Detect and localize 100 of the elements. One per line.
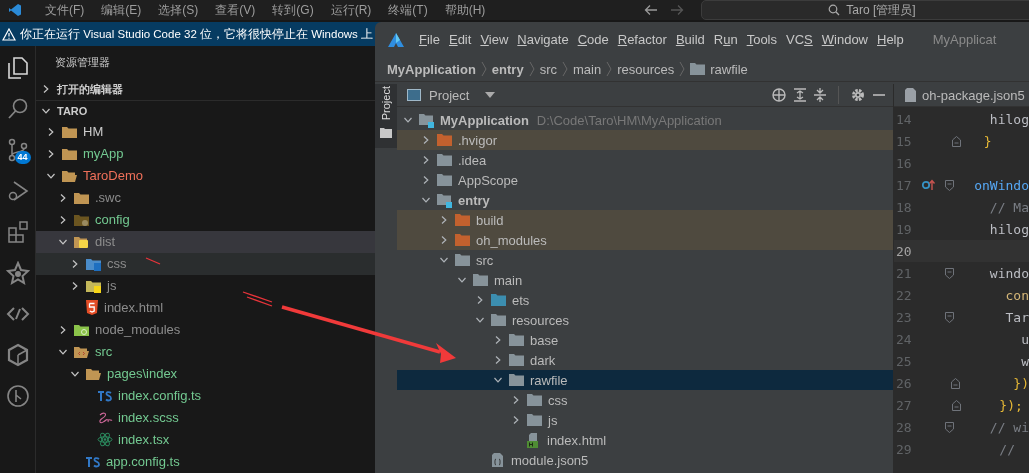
menu-item[interactable]: 转到(G) xyxy=(272,1,314,19)
fold-marker-icon[interactable] xyxy=(944,267,954,279)
file-tree-item[interactable]: index.html xyxy=(36,297,376,319)
breadcrumb-item[interactable]: MyApplication xyxy=(387,61,476,77)
project-tree-item[interactable]: build xyxy=(397,210,893,230)
breadcrumb-item[interactable]: src xyxy=(539,61,557,77)
chevron-right-icon[interactable] xyxy=(58,193,68,203)
file-tree-item[interactable]: index.tsx xyxy=(36,429,376,451)
view-selector[interactable]: Project xyxy=(429,87,470,103)
fold-marker-icon[interactable] xyxy=(952,135,961,147)
section-header[interactable]: 打开的编辑器 xyxy=(36,79,376,100)
file-tree-item[interactable]: TaroDemo xyxy=(36,165,376,187)
chevron-right-icon[interactable] xyxy=(439,215,449,225)
chevron-right-icon[interactable] xyxy=(475,295,485,305)
file-tree-item[interactable]: index.scss xyxy=(36,407,376,429)
file-tree-item[interactable]: config xyxy=(36,209,376,231)
chevron-right-icon[interactable] xyxy=(493,355,503,365)
back-arrow-icon[interactable] xyxy=(644,4,658,16)
file-tree-item[interactable]: HM xyxy=(36,121,376,143)
chevron-right-icon[interactable] xyxy=(439,235,449,245)
project-tree-item[interactable]: MyApplication D:\Code\Taro\HM\MyApplication xyxy=(397,110,893,130)
project-tree-item[interactable]: index.html xyxy=(397,430,893,450)
menu-item[interactable]: File xyxy=(419,32,440,47)
collapse-all-icon[interactable] xyxy=(814,88,826,102)
menu-item[interactable]: 终端(T) xyxy=(388,1,428,19)
menu-item[interactable]: 查看(V) xyxy=(215,1,256,19)
file-tree-item[interactable]: .swc xyxy=(36,187,376,209)
project-tree-item[interactable]: js xyxy=(397,410,893,430)
extensions-icon[interactable] xyxy=(5,220,30,244)
project-tree-item[interactable]: oh_modules xyxy=(397,230,893,250)
project-tree-item[interactable]: .idea xyxy=(397,150,893,170)
file-tree-item[interactable]: css xyxy=(36,253,376,275)
project-tree-item[interactable]: main xyxy=(397,270,893,290)
chevron-down-icon[interactable] xyxy=(58,347,68,357)
file-tree-item[interactable]: dist xyxy=(36,231,376,253)
project-tree-item[interactable]: rawfile xyxy=(397,370,893,390)
fold-marker-icon[interactable] xyxy=(944,421,954,433)
chevron-right-icon[interactable] xyxy=(421,155,431,165)
menu-item[interactable]: Code xyxy=(577,32,609,47)
menu-item[interactable]: Tools xyxy=(746,32,777,47)
chevron-right-icon[interactable] xyxy=(421,135,431,145)
chevron-down-icon[interactable] xyxy=(46,171,56,181)
breadcrumb-item[interactable]: rawfile xyxy=(710,61,748,77)
chevron-right-icon[interactable] xyxy=(511,415,521,425)
menu-item[interactable]: View xyxy=(480,32,509,47)
chevron-down-icon[interactable] xyxy=(475,315,485,325)
chevron-right-icon[interactable] xyxy=(58,215,68,225)
search-icon[interactable] xyxy=(5,97,30,121)
chevron-right-icon[interactable] xyxy=(41,84,51,95)
file-tree-item[interactable]: app.config.ts xyxy=(36,451,376,473)
project-tree-item[interactable]: dark xyxy=(397,350,893,370)
chevron-right-icon[interactable] xyxy=(46,127,56,137)
breadcrumb-item[interactable]: main xyxy=(573,61,602,77)
menu-item[interactable]: Help xyxy=(877,32,904,47)
chevron-right-icon[interactable] xyxy=(493,335,503,345)
menu-item[interactable]: Window xyxy=(821,32,868,47)
chevron-down-icon[interactable] xyxy=(403,115,413,125)
menu-item[interactable]: Refactor xyxy=(617,32,667,47)
project-tree-item[interactable]: module.json5 xyxy=(397,450,893,470)
menu-item[interactable]: 运行(R) xyxy=(330,1,372,19)
menu-item[interactable]: 文件(F) xyxy=(45,1,85,19)
command-center[interactable]: Taro [管理员] xyxy=(701,0,1029,20)
dropdown-caret-icon[interactable] xyxy=(485,92,496,98)
chevron-down-icon[interactable] xyxy=(70,369,80,379)
file-tree-item[interactable]: node_modules xyxy=(36,319,376,341)
menu-item[interactable]: 选择(S) xyxy=(158,1,199,19)
fold-marker-icon[interactable] xyxy=(944,311,954,323)
chevron-right-icon[interactable] xyxy=(70,281,80,291)
menu-item[interactable]: Edit xyxy=(448,32,472,47)
chevron-down-icon[interactable] xyxy=(457,275,467,285)
cube-icon[interactable] xyxy=(5,343,30,367)
gear-icon[interactable] xyxy=(851,88,865,102)
chevron-right-icon[interactable] xyxy=(58,325,68,335)
project-tree-item[interactable]: css xyxy=(397,390,893,410)
project-tree-item[interactable]: ets xyxy=(397,290,893,310)
file-tree-item[interactable]: myApp xyxy=(36,143,376,165)
project-tree-item[interactable]: entry xyxy=(397,190,893,210)
chevron-down-icon[interactable] xyxy=(439,255,449,265)
chevron-down-icon[interactable] xyxy=(421,195,431,205)
project-tree-item[interactable]: base xyxy=(397,330,893,350)
fold-marker-icon[interactable] xyxy=(952,399,961,411)
override-marker-icon[interactable] xyxy=(922,179,937,191)
file-tree-item[interactable]: index.config.ts xyxy=(36,385,376,407)
file-tree-item[interactable]: src xyxy=(36,341,376,363)
star-shape-icon[interactable] xyxy=(5,261,30,285)
chevron-down-icon[interactable] xyxy=(58,237,68,247)
file-tree-item[interactable]: pages\index xyxy=(36,363,376,385)
menu-item[interactable]: 编辑(E) xyxy=(101,1,142,19)
menu-item[interactable]: Navigate xyxy=(517,32,569,47)
menu-item[interactable]: Build xyxy=(675,32,705,47)
files-icon[interactable] xyxy=(5,56,30,80)
chevron-right-icon[interactable] xyxy=(421,175,431,185)
menu-item[interactable]: Run xyxy=(713,32,738,47)
breadcrumb-item[interactable]: resources xyxy=(617,61,675,77)
menu-item[interactable]: VCS xyxy=(786,32,813,47)
project-tree-item[interactable]: resources xyxy=(397,310,893,330)
crosshair-icon[interactable] xyxy=(772,88,786,102)
project-tree-item[interactable]: src xyxy=(397,250,893,270)
fold-marker-icon[interactable] xyxy=(944,179,954,191)
chevron-right-icon[interactable] xyxy=(46,149,56,159)
